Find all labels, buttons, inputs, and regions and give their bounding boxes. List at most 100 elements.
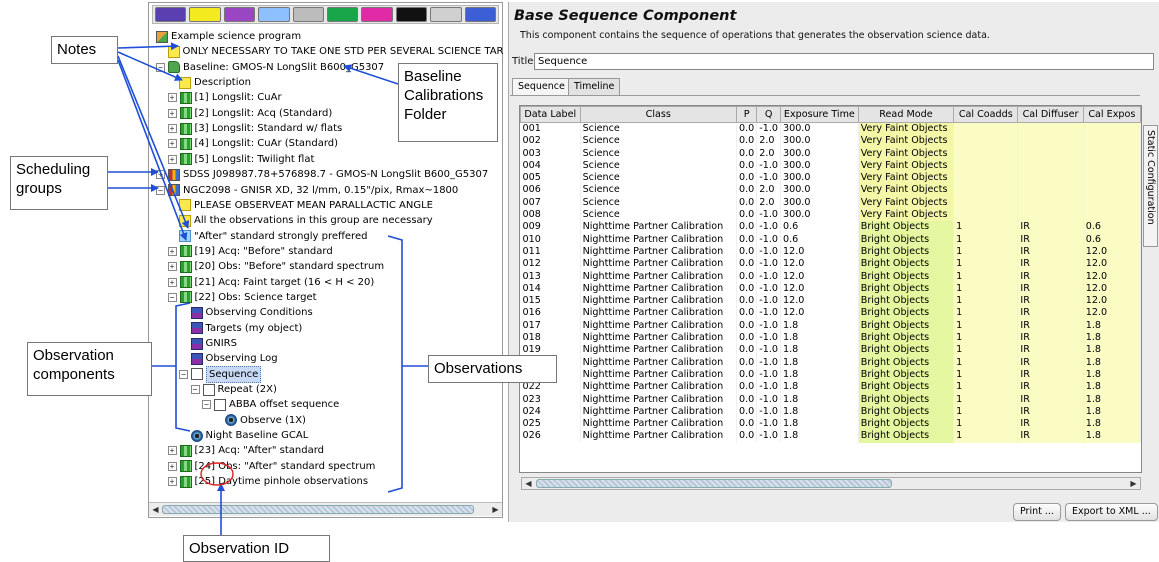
- table-row[interactable]: 018 Nighttime Partner Calibration 0.0 -1.0 1…: [520, 332, 1141, 345]
- expand-icon[interactable]: +: [167, 277, 177, 287]
- palette-swatch-4[interactable]: [258, 7, 290, 22]
- tree-node[interactable]: Description: [179, 75, 251, 90]
- expand-icon[interactable]: +: [167, 108, 177, 118]
- collapse-icon[interactable]: −: [190, 385, 200, 395]
- table-row[interactable]: 021Nighttime Partner Calibration0.0-1.01…: [520, 368, 1141, 382]
- tree-node[interactable]: + SDSS J098987.78+576898.7 - GMOS-N LongS…: [156, 167, 488, 182]
- tree-node[interactable]: − Repeat (2X): [190, 382, 277, 397]
- palette-swatch-10[interactable]: [464, 7, 497, 22]
- column-header[interactable]: Data Label: [520, 106, 581, 123]
- table-row[interactable]: 016 Nighttime Partner Calibration 0.0 -1.0 1…: [520, 307, 1141, 320]
- column-header[interactable]: Class: [579, 106, 738, 123]
- tree-node[interactable]: + [5] Longslit: Twilight flat: [167, 152, 314, 167]
- tree-node[interactable]: Example science program: [156, 29, 301, 44]
- table-row[interactable]: 022 Nighttime Partner Calibration 0.0 -1.0 1…: [520, 381, 1141, 394]
- tab-sequence[interactable]: Sequence: [512, 78, 571, 95]
- expand-icon[interactable]: +: [167, 446, 177, 456]
- table-scroll-thumb[interactable]: [536, 479, 892, 488]
- table-row[interactable]: 004 Science 0.0 -1.0 300.0 Very Faint Objects: [520, 159, 1141, 173]
- expand-icon[interactable]: +: [167, 93, 177, 103]
- expand-icon[interactable]: +: [167, 154, 177, 164]
- table-scroll-right-icon[interactable]: ▶: [1128, 478, 1139, 489]
- tree-node[interactable]: + [19] Acq: "Before" standard: [167, 244, 333, 259]
- tree-node[interactable]: − [22] Obs: Science target: [167, 290, 317, 305]
- tree-node[interactable]: − NGC2098 - GNISR XD, 32 l/mm, 0.15"/pix,…: [156, 183, 458, 198]
- tree-node[interactable]: Observing Log: [190, 351, 278, 366]
- column-header[interactable]: Q: [756, 106, 781, 123]
- tree-node[interactable]: + [25] Daytime pinhole observations: [167, 474, 368, 489]
- tree-node[interactable]: + [20] Obs: "Before" standard spectrum: [167, 259, 384, 274]
- table-row[interactable]: 014 Nighttime Partner Calibration 0.0 -1.0 1…: [520, 282, 1141, 296]
- table-row[interactable]: 006 Science 0.0 2.0 300.0 Very Faint Objects: [520, 184, 1141, 197]
- table-row[interactable]: 023 Nighttime Partner Calibration 0.0 -1.0 1…: [520, 393, 1141, 406]
- column-header[interactable]: P: [735, 106, 758, 123]
- expand-icon[interactable]: +: [167, 262, 177, 272]
- tree-node[interactable]: Observing Conditions: [190, 305, 313, 320]
- palette-swatch-1[interactable]: [155, 7, 187, 22]
- table-row[interactable]: 011 Nighttime Partner Calibration 0.0 -1.0 1…: [520, 245, 1141, 259]
- tree-node[interactable]: ONLY NECESSARY TO TAKE ONE STD PER SEVER…: [167, 44, 503, 59]
- tree-node[interactable]: − ABBA offset sequence: [202, 397, 339, 412]
- column-header[interactable]: Read Mode: [857, 106, 955, 123]
- tree-node[interactable]: + [21] Acq: Faint target (16 < H < 20): [167, 275, 374, 290]
- table-row[interactable]: 005 Science 0.0 -1.0 300.0 Very Faint Objects: [520, 172, 1141, 185]
- tree-node[interactable]: PLEASE OBSERVEAT MEAN PARALLACTIC ANGLE: [179, 198, 433, 213]
- tab-timeline[interactable]: Timeline: [568, 78, 621, 95]
- collapse-icon[interactable]: −: [202, 400, 211, 410]
- scroll-left-icon[interactable]: ◀: [150, 504, 161, 515]
- table-row[interactable]: 007 Science 0.0 2.0 300.0 Very Faint Objects: [520, 196, 1141, 210]
- expand-icon[interactable]: +: [167, 124, 177, 134]
- expand-icon[interactable]: +: [156, 170, 165, 180]
- tree-node[interactable]: + [2] Longslit: Acq (Standard): [167, 106, 332, 121]
- table-row[interactable]: 003 Science 0.0 2.0 300.0 Very Faint Objects: [520, 147, 1141, 160]
- collapse-icon[interactable]: −: [179, 369, 188, 379]
- palette-swatch-7[interactable]: [361, 7, 393, 22]
- tree-node[interactable]: + [1] Longslit: CuAr: [167, 90, 282, 105]
- table-row[interactable]: 009 Nighttime Partner Calibration 0.0 -1.0 0…: [520, 221, 1141, 234]
- collapse-icon[interactable]: −: [167, 292, 177, 302]
- export-xml-button[interactable]: Export to XML ...: [1065, 503, 1158, 521]
- tree-node[interactable]: + [4] Longslit: CuAr (Standard): [167, 136, 338, 151]
- static-configuration-tab[interactable]: Static Configuration: [1143, 125, 1158, 247]
- tree-horizontal-scrollbar[interactable]: ◀ ▶: [149, 502, 502, 516]
- expand-icon[interactable]: +: [167, 461, 177, 471]
- tree-node[interactable]: − Sequence: [179, 365, 262, 383]
- palette-swatch-5[interactable]: [292, 7, 325, 22]
- table-row[interactable]: 024 Nighttime Partner Calibration 0.0 -1.0 1…: [520, 405, 1141, 419]
- collapse-icon[interactable]: −: [156, 62, 165, 72]
- tree-node[interactable]: + [24] Obs: "After" standard spectrum: [167, 459, 375, 474]
- expand-icon[interactable]: +: [167, 139, 177, 149]
- title-input[interactable]: [534, 53, 1154, 70]
- table-scroll-left-icon[interactable]: ◀: [523, 478, 534, 489]
- table-row[interactable]: 017 Nighttime Partner Calibration 0.0 -1.0 1…: [520, 319, 1141, 333]
- table-row[interactable]: 002 Science 0.0 2.0 300.0 Very Faint Objects: [520, 135, 1141, 148]
- tree-node[interactable]: − Baseline: GMOS-N LongSlit B600_G5307: [156, 60, 384, 75]
- tree-node[interactable]: Night Baseline GCAL: [190, 428, 308, 443]
- tree-node[interactable]: Observe (1X): [225, 413, 306, 428]
- tree-node[interactable]: All the observations in this group are n…: [179, 213, 433, 228]
- table-row[interactable]: 019 Nighttime Partner Calibration 0.0 -1.0 1…: [520, 344, 1141, 357]
- tree-node[interactable]: + [23] Acq: "After" standard: [167, 443, 324, 458]
- table-row[interactable]: 013 Nighttime Partner Calibration 0.0 -1.0 1…: [520, 270, 1141, 283]
- table-row[interactable]: 010 Nighttime Partner Calibration 0.0 -1.0 0…: [520, 233, 1141, 246]
- table-row[interactable]: 001 Science 0.0 -1.0 300.0 Very Faint Objects: [520, 122, 1141, 136]
- table-horizontal-scrollbar[interactable]: ◀ ▶: [521, 477, 1141, 490]
- scroll-right-icon[interactable]: ▶: [490, 504, 501, 515]
- collapse-icon[interactable]: −: [156, 185, 165, 195]
- column-header[interactable]: Cal Coadds: [953, 106, 1019, 123]
- table-row[interactable]: 026 Nighttime Partner Calibration 0.0 -1.0 1…: [520, 430, 1141, 443]
- table-row[interactable]: 015 Nighttime Partner Calibration 0.0 -1.0 1…: [520, 295, 1141, 308]
- palette-swatch-3[interactable]: [223, 7, 256, 22]
- column-header[interactable]: Cal Diffuser: [1017, 106, 1084, 123]
- expand-icon[interactable]: +: [167, 246, 177, 256]
- tree-node[interactable]: GNIRS: [190, 336, 237, 351]
- tree-node[interactable]: "After" standard strongly preffered: [179, 229, 367, 244]
- table-row[interactable]: 025 Nighttime Partner Calibration 0.0 -1.0 1…: [520, 418, 1141, 431]
- table-row[interactable]: 008 Science 0.0 -1.0 300.0 Very Faint Objects: [520, 209, 1141, 222]
- column-header[interactable]: Cal Expos: [1082, 106, 1141, 123]
- palette-swatch-9[interactable]: [430, 7, 462, 22]
- tree-node[interactable]: Targets (my object): [190, 321, 302, 336]
- table-row[interactable]: 020Nighttime Partner Calibration0.0-1.01…: [520, 356, 1141, 369]
- tree-scroll-thumb[interactable]: [162, 505, 474, 514]
- expand-icon[interactable]: +: [167, 477, 177, 487]
